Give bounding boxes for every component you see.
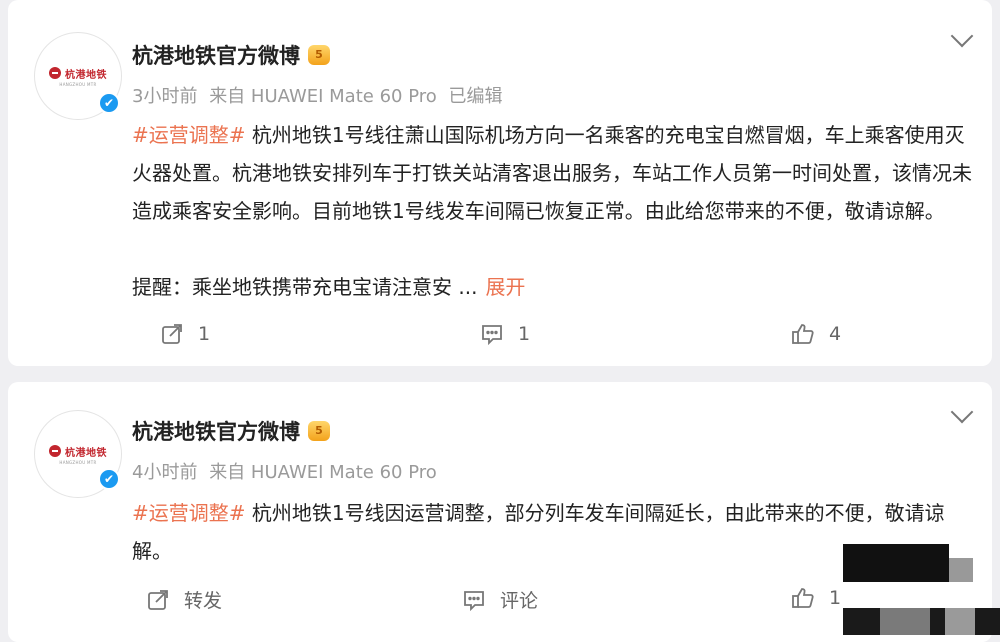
verified-icon: ✔ [98,468,120,490]
post-reminder: 提醒：乘坐地铁携带充电宝请注意安 ... 展开 [132,268,525,306]
comment-icon [462,588,486,612]
edited-label: 已编辑 [448,86,503,107]
reminder-text: 提醒：乘坐地铁携带充电宝请注意安 ... [132,275,478,299]
metro-logo: 杭港地铁 [49,66,107,81]
redaction-block [880,608,930,635]
thumbs-up-icon [791,586,815,610]
post-body: 杭州地铁1号线因运营调整，部分列车发车间隔延长，由此带来的不便，敬请谅解。 [132,501,945,563]
post-text: #运营调整# 杭州地铁1号线往萧山国际机场方向一名乘客的充电宝自燃冒烟，车上乘客… [132,116,977,230]
vip-badge-icon: 5 [308,45,330,65]
author-name-text: 杭港地铁官方微博 [132,44,300,68]
comment-button[interactable]: 1 [480,322,530,346]
post-source: 来自 HUAWEI Mate 60 Pro [209,86,437,107]
logo-text: 杭港地铁 [65,447,107,459]
like-count: 1 [829,587,842,609]
logo-subtext: HANGZHOU MTR [59,81,97,87]
logo-text: 杭港地铁 [65,69,107,81]
comment-button[interactable]: 评论 [462,586,538,613]
repost-button[interactable]: 转发 [146,586,222,613]
chevron-down-icon[interactable] [950,24,974,48]
vip-badge-icon: 5 [308,421,330,441]
metro-logo-icon [49,67,61,79]
post-body: 杭州地铁1号线往萧山国际机场方向一名乘客的充电宝自燃冒烟，车上乘客使用灭火器处置… [132,123,972,223]
repost-label: 转发 [184,590,223,612]
post-meta: 3小时前 来自 HUAWEI Mate 60 Pro 已编辑 [132,82,508,108]
topic-tag[interactable]: #运营调整# [132,123,246,147]
thumbs-up-icon [791,322,815,346]
post-time: 3小时前 [132,86,198,107]
post-card: 杭港地铁 HANGZHOU MTR ✔ 杭港地铁官方微博 5 3小时前 来自 H… [8,0,992,366]
expand-link[interactable]: 展开 [485,275,525,299]
author-name[interactable]: 杭港地铁官方微博 5 [132,40,330,70]
topic-tag[interactable]: #运营调整# [132,501,246,525]
author-name[interactable]: 杭港地铁官方微博 5 [132,416,330,446]
repost-button[interactable]: 1 [160,322,210,346]
post-meta: 4小时前 来自 HUAWEI Mate 60 Pro [132,458,443,484]
metro-logo: 杭港地铁 [49,444,107,459]
post-card: 杭港地铁 HANGZHOU MTR ✔ 杭港地铁官方微博 5 4小时前 来自 H… [8,382,992,642]
verified-icon: ✔ [98,92,120,114]
post-source: 来自 HUAWEI Mate 60 Pro [209,462,437,483]
share-icon [160,322,184,346]
comment-count: 1 [518,323,531,345]
logo-subtext: HANGZHOU MTR [59,459,97,465]
like-count: 4 [829,323,842,345]
author-name-text: 杭港地铁官方微博 [132,420,300,444]
post-time: 4小时前 [132,462,198,483]
repost-count: 1 [198,323,211,345]
redaction-block [843,544,949,582]
share-icon [146,588,170,612]
like-button[interactable]: 4 [791,322,841,346]
comment-label: 评论 [500,590,539,612]
metro-logo-icon [49,445,61,457]
redaction-block [949,558,973,582]
like-button[interactable]: 1 [791,586,841,610]
chevron-down-icon[interactable] [950,400,974,424]
comment-icon [480,322,504,346]
redaction-block [945,608,975,635]
